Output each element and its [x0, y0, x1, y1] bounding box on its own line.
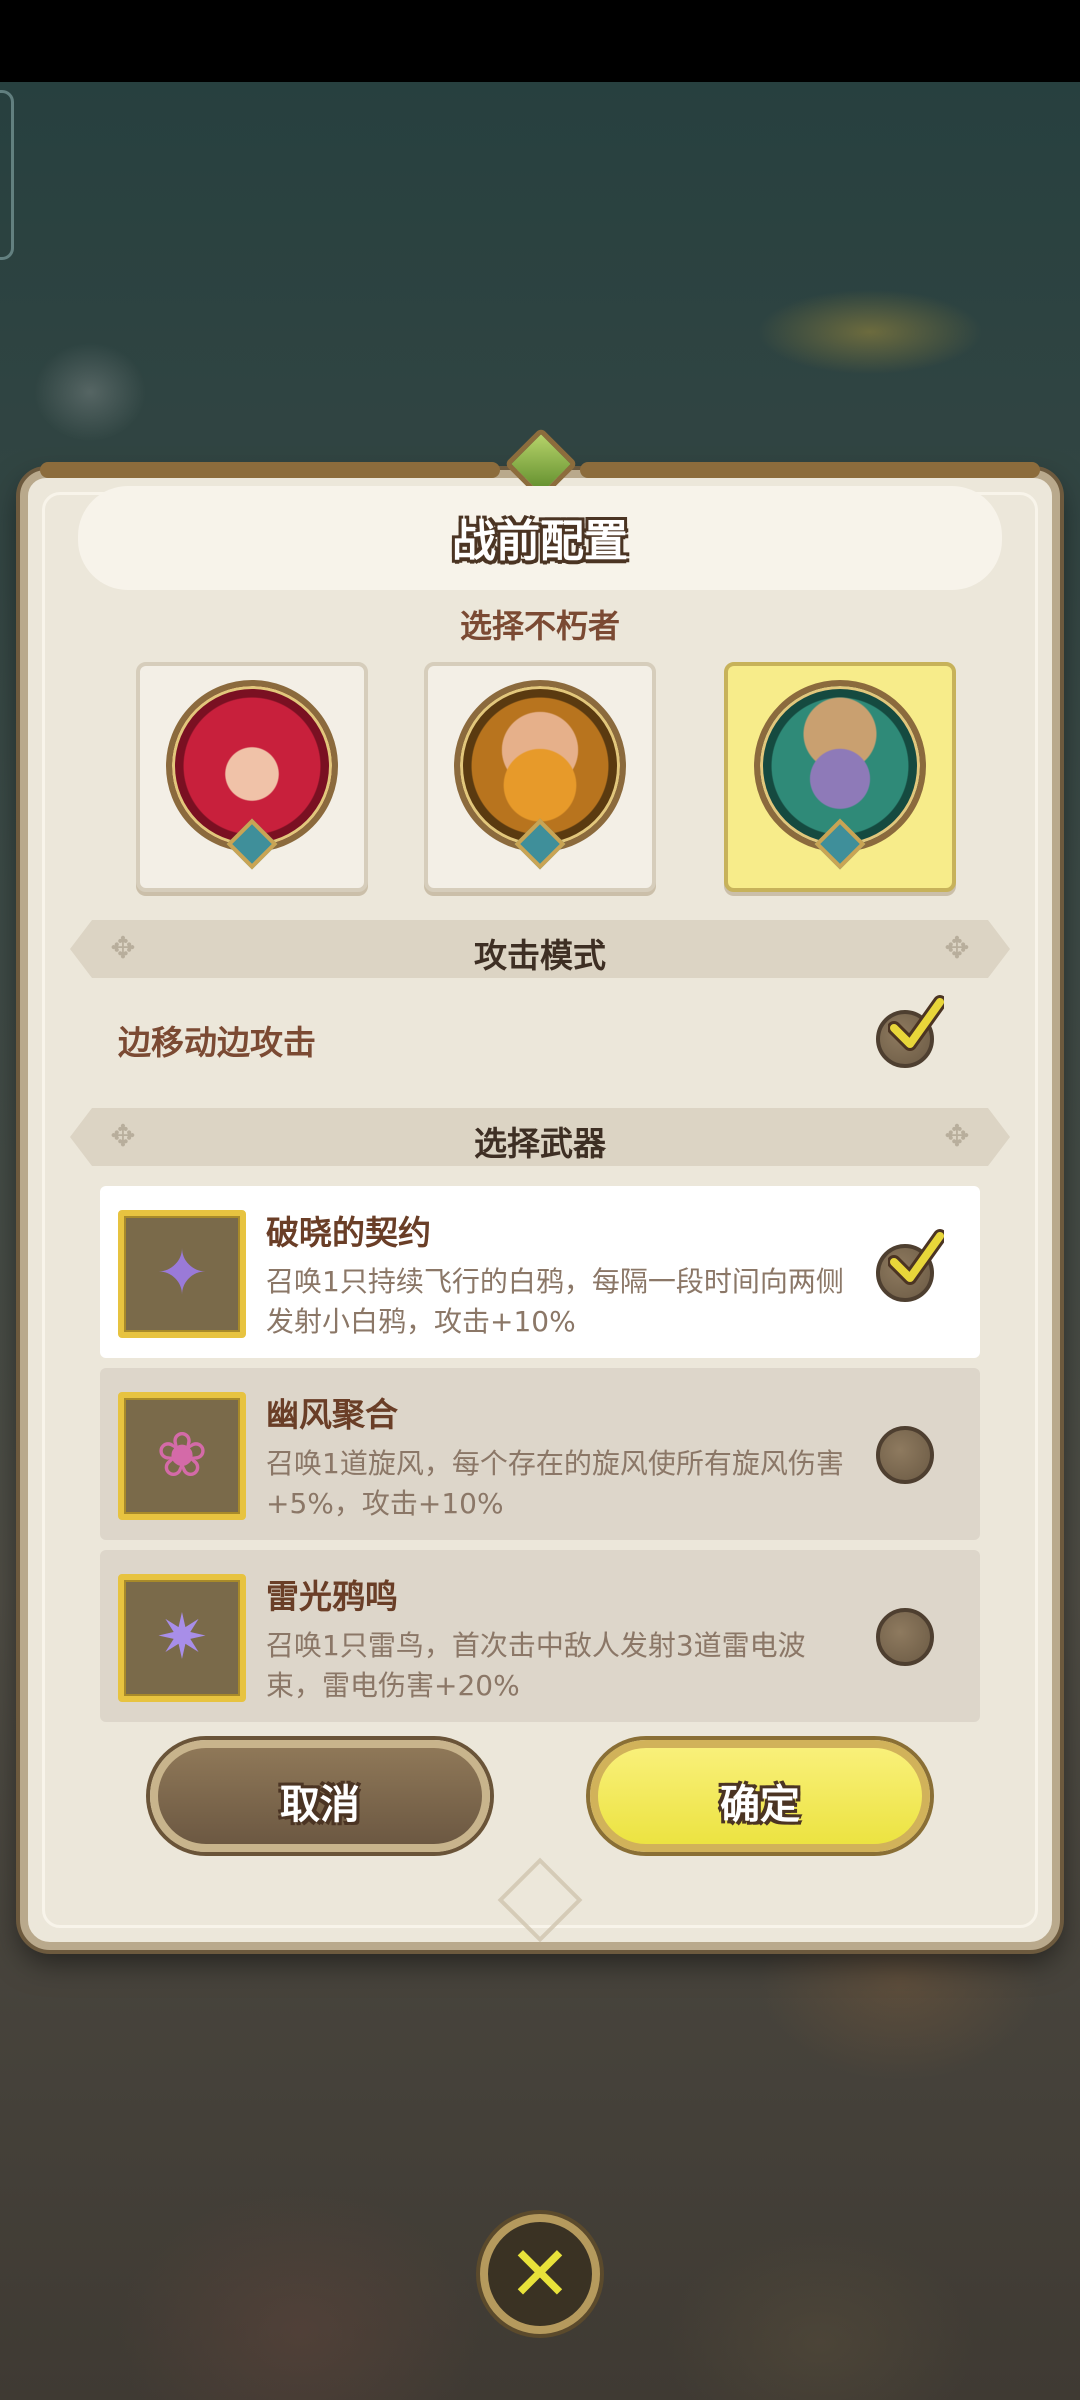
hero-class-badge-icon — [514, 818, 566, 870]
weapon-name: 幽风聚合 — [266, 1395, 398, 1434]
header-ornament-right — [580, 462, 1040, 478]
hero-card-dwarf[interactable] — [424, 662, 656, 892]
weapon-name: 雷光鸦鸣 — [266, 1577, 398, 1616]
status-bar — [0, 0, 1080, 82]
wind-weapon-icon: ❀ — [118, 1392, 246, 1520]
thunder-weapon-icon: ✷ — [118, 1574, 246, 1702]
weapon-checkbox[interactable] — [876, 1229, 944, 1302]
weapon-item-wind-gather[interactable]: ❀ 幽风聚合 召唤1道旋风，每个存在的旋风使所有旋风伤害+5%，攻击+10% — [100, 1368, 980, 1540]
cancel-button-label: 取消 — [280, 1782, 360, 1828]
crow-weapon-icon: ✦ — [118, 1210, 246, 1338]
dialog-title: 战前配置 — [452, 516, 628, 567]
weapon-banner: ✥ 选择武器 ✥ — [70, 1108, 1010, 1166]
cancel-button[interactable]: 取消 — [150, 1740, 490, 1852]
weapon-checkbox[interactable] — [876, 1426, 934, 1484]
weapon-description: 召唤1道旋风，每个存在的旋风使所有旋风伤害+5%，攻击+10% — [266, 1447, 844, 1520]
move-attack-checkbox[interactable] — [876, 995, 944, 1068]
banner-deco-icon: ✥ — [944, 1119, 970, 1154]
weapon-description: 召唤1只持续飞行的白鸦，每隔一段时间向两侧发射小白鸦，攻击+10% — [266, 1265, 844, 1338]
hero-card-red-hood[interactable] — [136, 662, 368, 892]
confirm-button[interactable]: 确定 — [590, 1740, 930, 1852]
hero-card-dark-elf[interactable] — [724, 662, 956, 892]
side-tab[interactable] — [0, 90, 14, 260]
confirm-button-label: 确定 — [720, 1782, 800, 1828]
weapon-item-dawn-pact[interactable]: ✦ 破晓的契约 召唤1只持续飞行的白鸦，每隔一段时间向两侧发射小白鸦，攻击+10… — [100, 1186, 980, 1358]
banner-deco-icon: ✥ — [944, 931, 970, 966]
dark-elf-hero-avatar — [754, 680, 926, 870]
attack-mode-banner: ✥ 攻击模式 ✥ — [70, 920, 1010, 978]
red-hood-hero-avatar — [166, 680, 338, 870]
close-button[interactable]: ✕ — [480, 2214, 600, 2334]
check-icon — [888, 995, 944, 1051]
move-attack-label: 边移动边攻击 — [118, 1023, 316, 1062]
dwarf-hero-avatar — [454, 680, 626, 870]
hero-section-label: 选择不朽者 — [459, 607, 620, 645]
weapon-section-title: 选择武器 — [474, 1124, 606, 1163]
weapon-name: 破晓的契约 — [266, 1213, 431, 1252]
attack-mode-title: 攻击模式 — [474, 936, 606, 975]
header-ornament-left — [40, 462, 500, 478]
weapon-item-thunder-crow[interactable]: ✷ 雷光鸦鸣 召唤1只雷鸟，首次击中敌人发射3道雷电波束，雷电伤害+20% — [100, 1550, 980, 1722]
weapon-description: 召唤1只雷鸟，首次击中敌人发射3道雷电波束，雷电伤害+20% — [266, 1629, 806, 1702]
close-icon: ✕ — [508, 2229, 572, 2318]
weapon-checkbox[interactable] — [876, 1608, 934, 1666]
check-icon — [888, 1229, 944, 1285]
hero-class-badge-icon — [814, 818, 866, 870]
hero-class-badge-icon — [226, 818, 278, 870]
